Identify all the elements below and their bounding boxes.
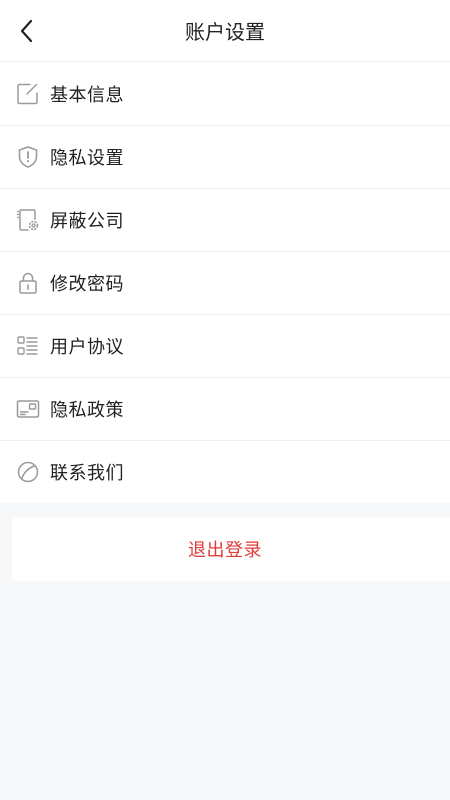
menu-item-privacy-settings[interactable]: 隐私设置: [0, 125, 450, 188]
menu-item-label: 联系我们: [50, 463, 124, 484]
logout-button[interactable]: 退出登录: [12, 517, 450, 581]
lock-icon: [16, 271, 40, 295]
block-company-icon: [16, 208, 40, 232]
menu-item-label: 屏蔽公司: [50, 211, 124, 232]
menu-item-contact-us[interactable]: 联系我们: [0, 440, 450, 503]
page-title: 账户设置: [185, 20, 265, 44]
list-icon: [16, 334, 40, 358]
menu-item-basic-info[interactable]: 基本信息: [0, 62, 450, 125]
back-button[interactable]: [10, 14, 44, 48]
settings-menu: 基本信息 隐私设置 屏蔽公司 修改密码 用户协议 隐私政策 联系我们: [0, 62, 450, 503]
navigation-bar: 账户设置: [0, 0, 450, 62]
menu-item-block-company[interactable]: 屏蔽公司: [0, 188, 450, 251]
logout-label: 退出登录: [188, 540, 262, 561]
chevron-left-icon: [20, 19, 33, 43]
leaf-icon: [16, 460, 40, 484]
menu-item-change-password[interactable]: 修改密码: [0, 251, 450, 314]
menu-item-user-agreement[interactable]: 用户协议: [0, 314, 450, 377]
menu-item-privacy-policy[interactable]: 隐私政策: [0, 377, 450, 440]
menu-item-label: 基本信息: [50, 84, 124, 106]
shield-alert-icon: [16, 145, 40, 169]
menu-item-label: 隐私政策: [50, 400, 124, 421]
edit-icon: [16, 82, 40, 106]
card-icon: [16, 397, 40, 421]
menu-item-label: 隐私设置: [50, 148, 124, 169]
menu-item-label: 用户协议: [50, 337, 124, 358]
menu-item-label: 修改密码: [50, 274, 124, 295]
